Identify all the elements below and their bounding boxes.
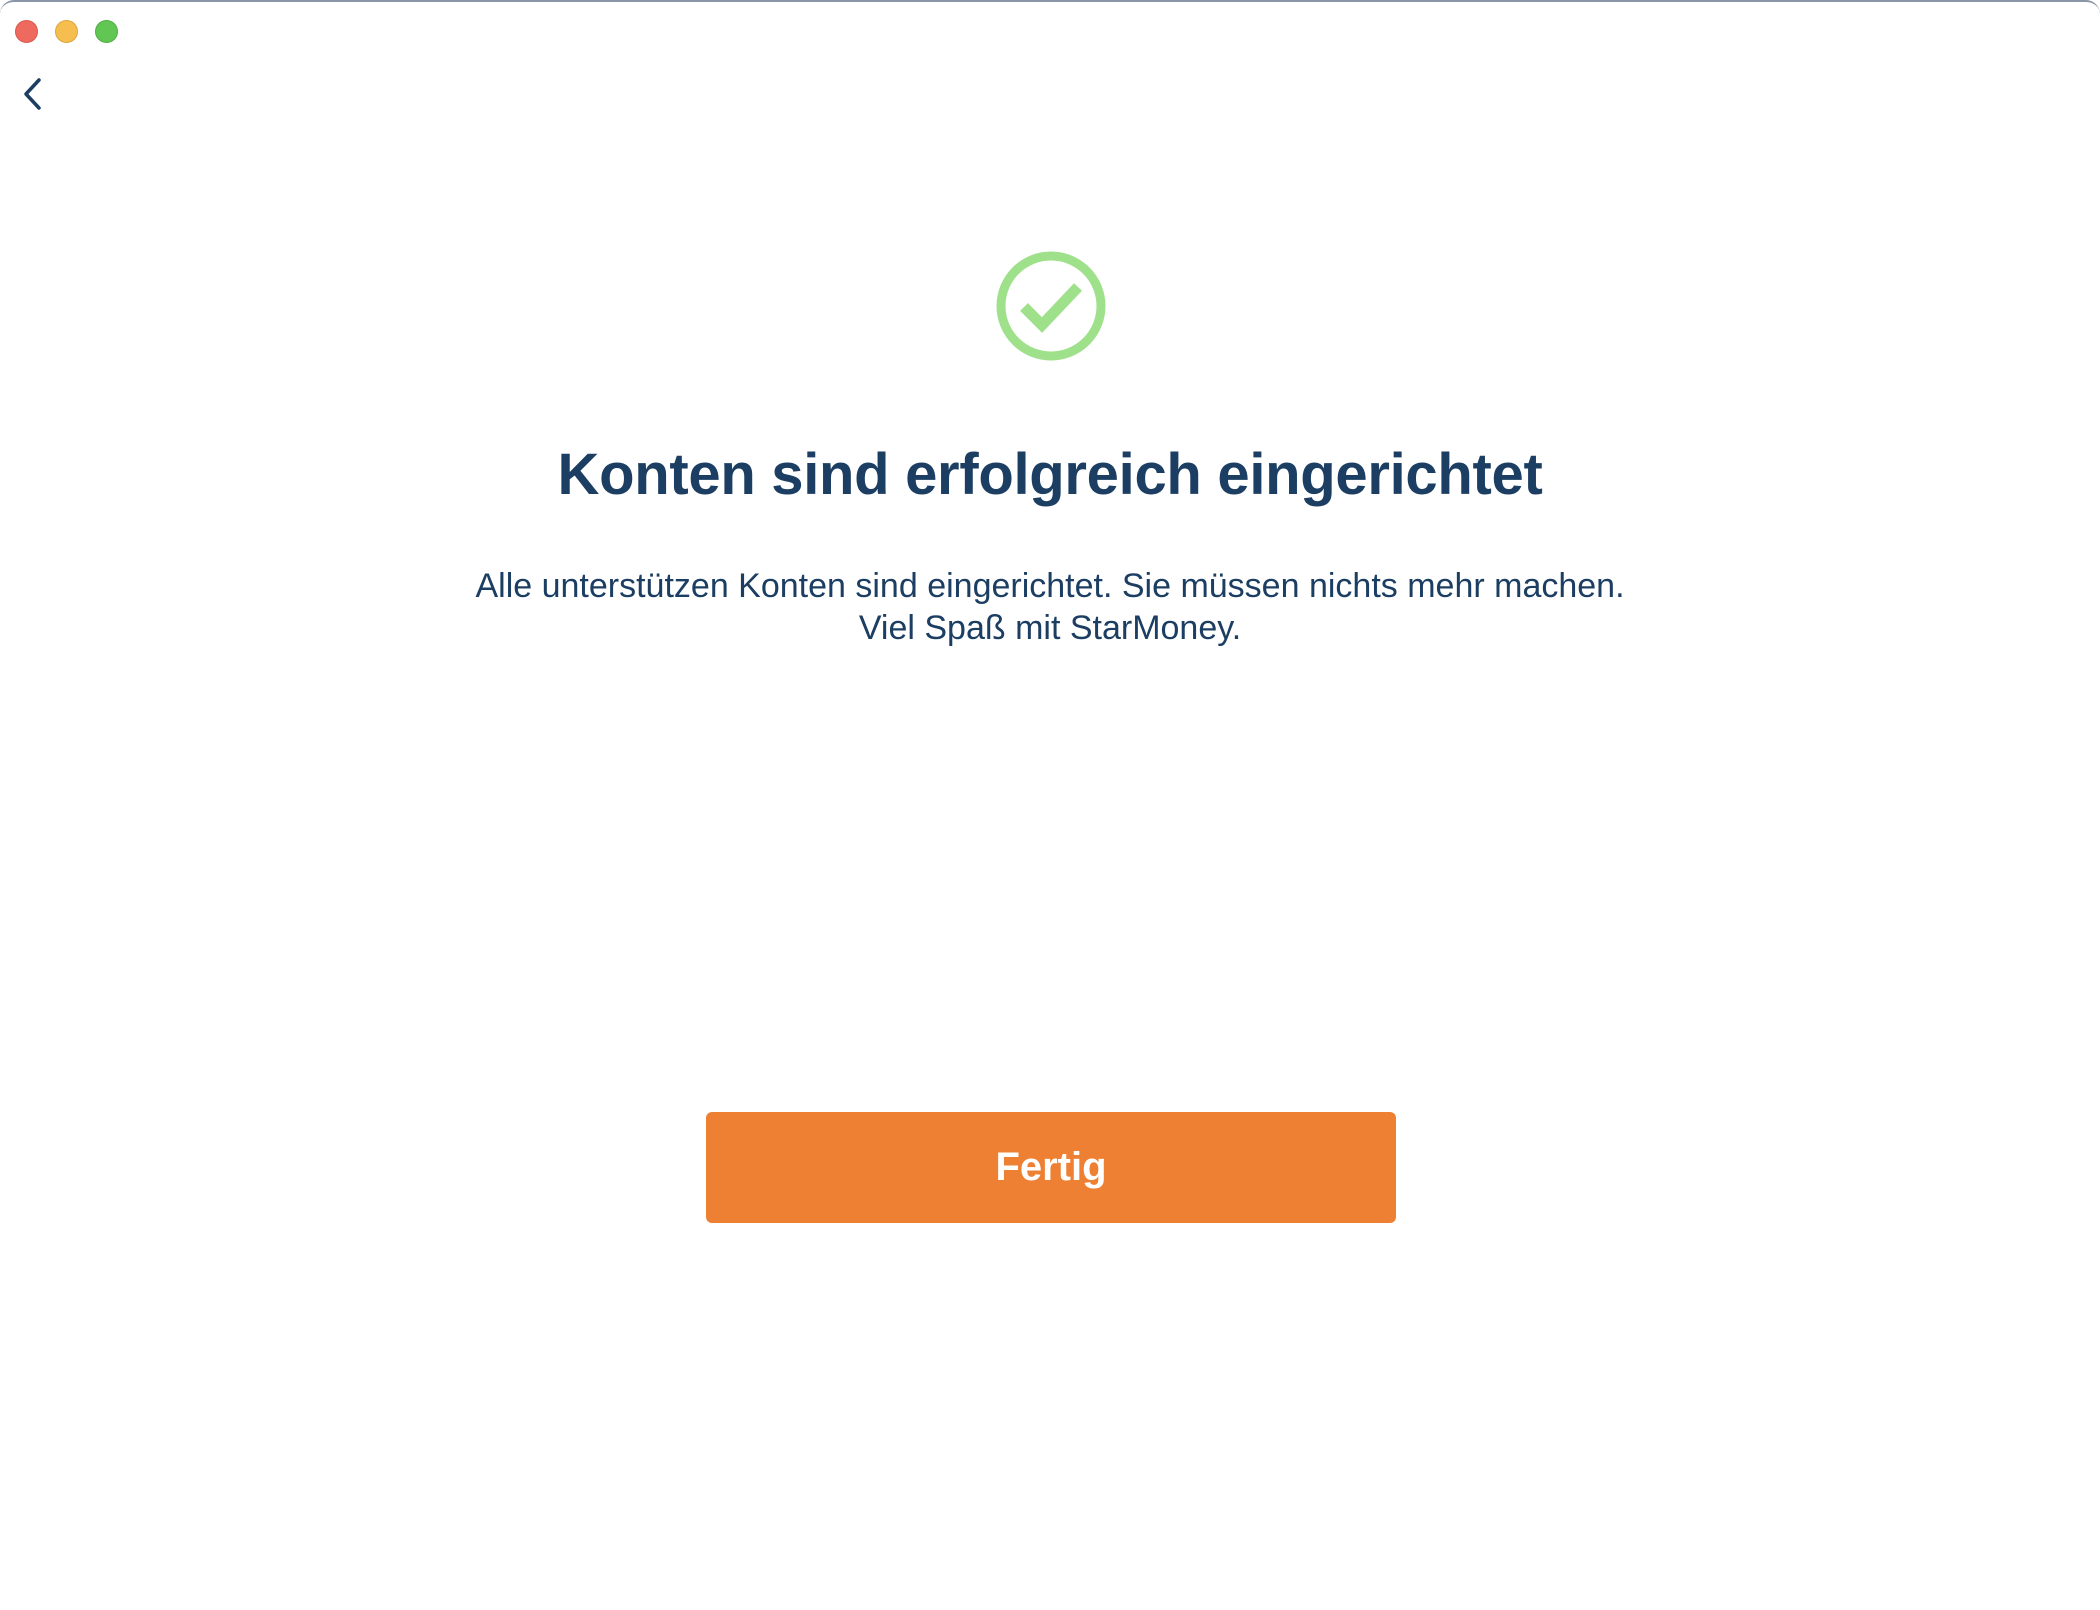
status-message-line-2: Viel Spaß mit StarMoney. — [858, 609, 1242, 647]
check-circle-icon — [996, 251, 1106, 361]
done-button[interactable]: Fertig — [706, 1112, 1396, 1223]
status-message-line-1: Alle unterstützen Konten sind eingericht… — [475, 567, 1625, 605]
page-title: Konten sind erfolgreich eingerichtet — [557, 442, 1543, 507]
status-message: Alle unterstützen Konten sind eingericht… — [0, 565, 2100, 649]
main-content: Konten sind erfolgreich eingerichtet All… — [0, 2, 2100, 1610]
app-window: Konten sind erfolgreich eingerichtet All… — [0, 0, 2100, 1610]
